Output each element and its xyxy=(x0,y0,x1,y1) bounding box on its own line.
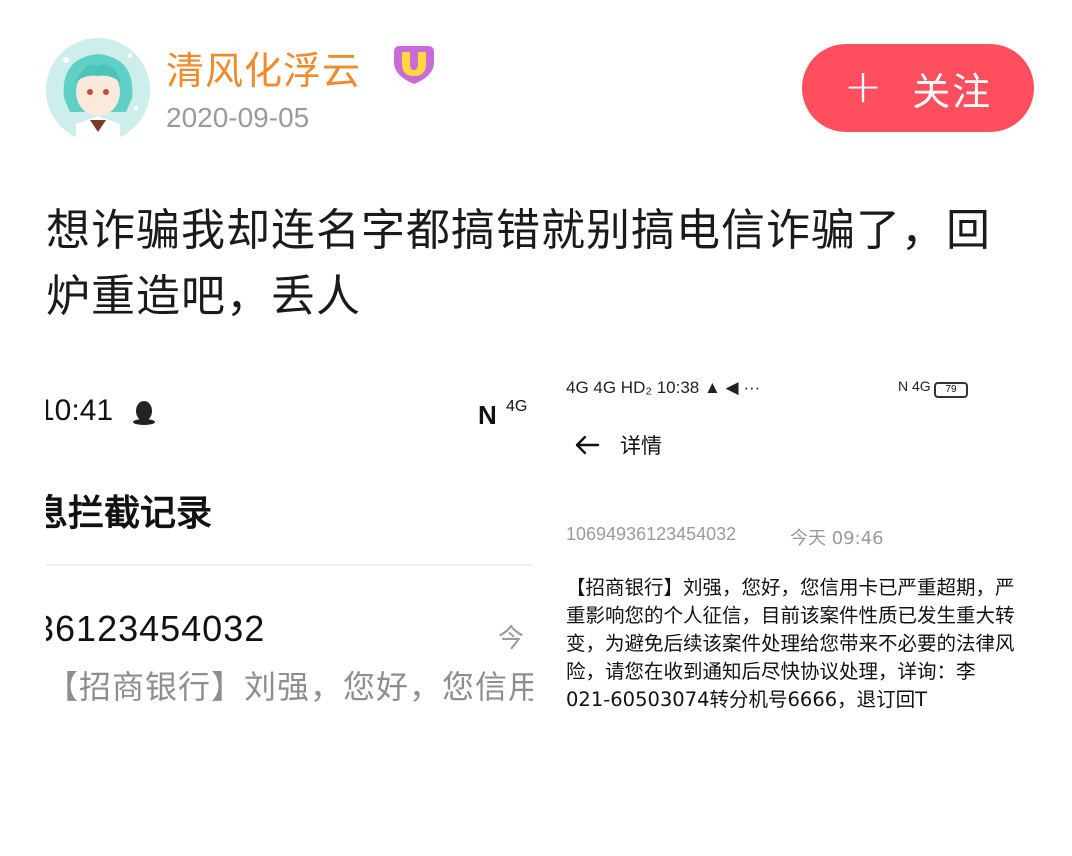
message-time: 今天 09:46 xyxy=(790,528,884,549)
vip-badge-icon xyxy=(394,46,434,84)
plus-icon: + xyxy=(843,59,883,113)
battery-icon: 79 xyxy=(934,382,968,398)
back-arrow-icon[interactable] xyxy=(574,432,600,458)
sender-number: 36123454032 xyxy=(46,608,266,649)
follow-button[interactable]: + 关注 xyxy=(802,44,1034,132)
screenshot-right[interactable]: 4G 4G HD₂ 10:38 ▲ ◀ ··· N 4G 79 详情 10694… xyxy=(534,364,1014,750)
status-time: 10:38 xyxy=(656,378,700,397)
username[interactable]: 清风化浮云 xyxy=(166,40,361,95)
status-bar: 4G 4G HD₂ 10:38 ▲ ◀ ··· xyxy=(566,378,760,398)
qq-icon xyxy=(133,401,155,425)
post-date: 2020-09-05 xyxy=(166,102,310,133)
network-indicator: 4G xyxy=(912,378,931,394)
status-icons: ▲ ◀ ··· xyxy=(703,378,761,397)
nfc-icon: N xyxy=(478,400,497,430)
network-indicator: 4G xyxy=(506,398,528,415)
status-time: 10:41 xyxy=(46,394,114,427)
avatar-image xyxy=(46,38,150,142)
message-time: 今 xyxy=(498,624,525,654)
signal-indicators: 4G 4G HD₂ xyxy=(566,378,652,397)
screen-title: 息拦截记录 xyxy=(46,493,213,534)
detail-title: 详情 xyxy=(620,434,662,458)
sender-number: 10694936123454032 xyxy=(566,524,737,544)
message-preview: 【招商银行】刘强，您好，您信用 xyxy=(46,668,533,706)
nfc-network: N 4G xyxy=(898,378,931,394)
message-body: 【招商银行】刘强，您好，您信用卡已严重超期，严重影响您的个人征信，目前该案件性质… xyxy=(566,576,1014,711)
post-text: 想诈骗我却连名字都搞错就别搞电信诈骗了，回炉重造吧，丢人 xyxy=(46,205,991,322)
follow-label: 关注 xyxy=(912,69,993,114)
avatar[interactable] xyxy=(46,38,150,142)
divider xyxy=(46,564,533,566)
screenshot-left[interactable]: 10:41 N 4G 息拦截记录 36123454032 今 【招商银行】刘强，… xyxy=(46,372,533,732)
